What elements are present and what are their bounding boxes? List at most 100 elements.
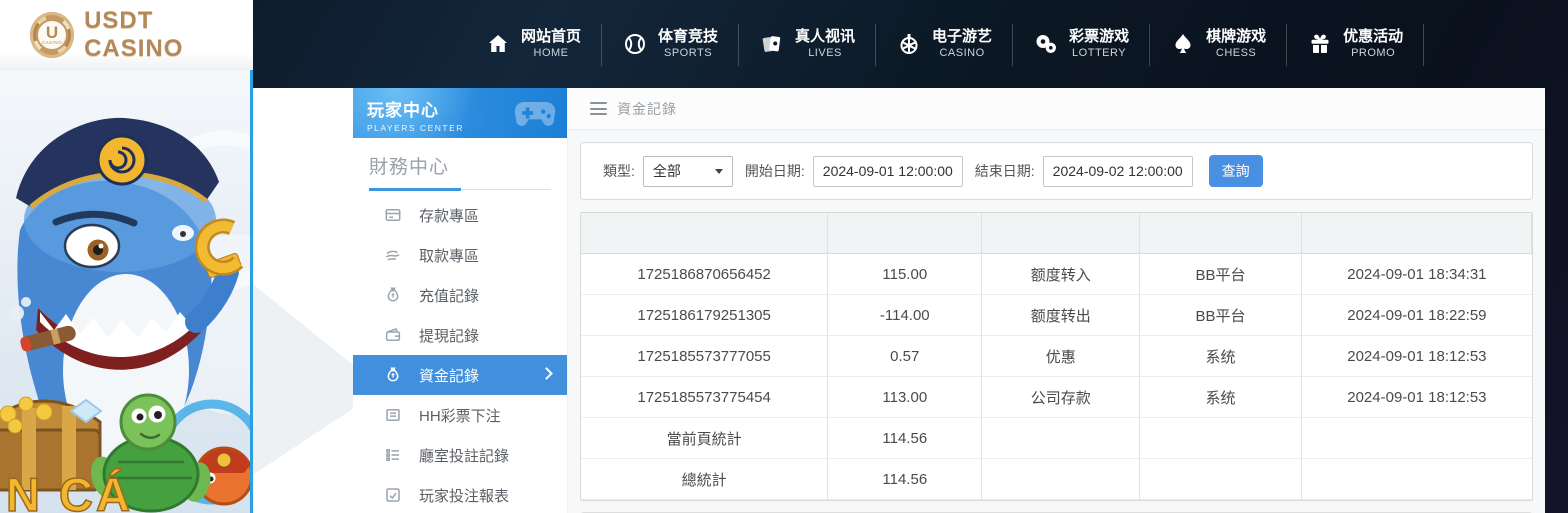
promo-image: N CÁ: [0, 70, 253, 513]
cell-item: [1140, 459, 1302, 499]
page-body: 玩家中心 PLAYERS CENTER 財務中心 存款專區 取款專區 充值記錄 …: [253, 88, 1545, 513]
finance-section: 財務中心: [353, 138, 567, 191]
funds-icon: [384, 366, 402, 384]
nav-item-casino[interactable]: 电子游艺 CASINO: [876, 20, 1014, 68]
search-button[interactable]: 查詢: [1208, 155, 1263, 187]
funds-table: 1725186870656452 115.00 额度转入 BB平台 2024-0…: [580, 212, 1533, 501]
nav-item-lives[interactable]: 真人视讯 LIVES: [739, 20, 877, 68]
sidebar-item-recharge-record[interactable]: 充值記錄: [353, 275, 567, 315]
menu-toggle-icon[interactable]: [590, 102, 607, 115]
cell-order-no: 總統計: [581, 459, 829, 499]
sidebar-item-label: 提現記錄: [419, 327, 480, 345]
table-row: 1725185573775454 113.00 公司存款 系统 2024-09-…: [581, 377, 1532, 418]
sidebar-item-label: 玩家投注報表: [419, 487, 510, 505]
table-body: 1725186870656452 115.00 额度转入 BB平台 2024-0…: [581, 254, 1532, 500]
nav-label-en: CHESS: [1215, 46, 1257, 59]
cell-item: 系统: [1140, 377, 1302, 417]
sidebar-item-withdraw-zone[interactable]: 取款專區: [353, 235, 567, 275]
moneybag-icon: [384, 286, 402, 304]
cell-type: 公司存款: [982, 377, 1141, 417]
logo[interactable]: U CASINO USDT CASINO: [0, 0, 253, 70]
players-center-header: 玩家中心 PLAYERS CENTER: [353, 88, 567, 138]
nav-label-zh: 体育竞技: [658, 27, 719, 45]
cell-type: 优惠: [982, 336, 1141, 376]
table-header-cell: [1140, 213, 1302, 253]
table-header-cell: [828, 213, 983, 253]
table-row: 總統計 114.56: [581, 459, 1532, 500]
roulette-icon: [897, 32, 921, 56]
table-header: [581, 213, 1532, 254]
cell-type: 额度转出: [982, 295, 1141, 335]
table-row: 1725185573777055 0.57 优惠 系统 2024-09-01 1…: [581, 336, 1532, 377]
nav-label-en: HOME: [533, 46, 569, 59]
table-header-cell: [581, 213, 829, 253]
chip-caption: CASINO: [41, 40, 63, 46]
nav-item-home[interactable]: 网站首页 HOME: [465, 20, 603, 68]
nav-label-en: LOTTERY: [1072, 46, 1127, 59]
page-title: 資金記錄: [617, 100, 677, 117]
cell-amount: 114.56: [828, 459, 983, 499]
cell-time: 2024-09-01 18:12:53: [1347, 347, 1487, 365]
cell-amount: 113.00: [828, 377, 983, 417]
type-label: 類型:: [603, 163, 635, 179]
nav-label-zh: 彩票游戏: [1069, 27, 1130, 45]
type-select[interactable]: 全部: [642, 155, 733, 187]
cell-amount: -114.00: [828, 295, 983, 335]
filter-bar: 類型: 全部 開始日期: 結束日期: 查詢: [580, 142, 1533, 200]
cell-item: BB平台: [1140, 254, 1302, 294]
table-row: 當前頁統計 114.56: [581, 418, 1532, 459]
breadcrumb: 資金記錄: [568, 88, 1545, 130]
sidebar-item-label: 資金記錄: [419, 367, 480, 385]
nav-item-lottery[interactable]: 彩票游戏 LOTTERY: [1013, 20, 1151, 68]
start-date-label: 開始日期:: [744, 163, 805, 179]
brand-title: USDT CASINO: [84, 7, 184, 62]
sidebar-item-label: 廳室投註記錄: [419, 447, 510, 465]
nav-item-promo[interactable]: 优惠活动 PROMO: [1287, 20, 1425, 68]
chevron-right-icon: [540, 367, 553, 380]
sidebar-item-deposit-zone[interactable]: 存款專區: [353, 195, 567, 235]
chevron-down-icon: [714, 168, 723, 174]
sidebar: 玩家中心 PLAYERS CENTER 財務中心 存款專區 取款專區 充值記錄 …: [353, 88, 568, 513]
table-row: 1725186179251305 -114.00 额度转出 BB平台 2024-…: [581, 295, 1532, 336]
spade-icon: [1171, 32, 1195, 56]
end-date-input[interactable]: [1042, 155, 1193, 187]
cards-icon: [760, 32, 784, 56]
nav-item-chess[interactable]: 棋牌游戏 CHESS: [1150, 20, 1288, 68]
sidebar-item-funds-record[interactable]: 資金記錄: [353, 355, 567, 395]
cell-amount: 0.57: [828, 336, 983, 376]
cell-amount: 115.00: [828, 254, 983, 294]
cell-time: [1302, 418, 1532, 458]
nav-item-sports[interactable]: 体育竞技 SPORTS: [602, 20, 740, 68]
cell-order-no: 1725185573777055: [581, 336, 829, 376]
gift-icon: [1308, 32, 1332, 56]
gamepad-icon: [513, 94, 557, 132]
document-icon: [384, 406, 402, 424]
chip-letter: U: [45, 23, 59, 43]
hand-money-icon: [384, 246, 402, 264]
fishing-game-artwork: N CÁ: [0, 70, 250, 513]
sidebar-item-withdraw-record[interactable]: 提現記錄: [353, 315, 567, 355]
table-header-cell: [1302, 213, 1532, 253]
cell-order-no: 當前頁統計: [581, 418, 829, 458]
cell-order-no: 1725185573775454: [581, 377, 829, 417]
nav-label-en: CASINO: [939, 46, 985, 59]
nav-label-en: PROMO: [1351, 46, 1396, 59]
cell-time: [1302, 459, 1532, 499]
type-select-value: 全部: [652, 163, 681, 179]
report-icon: [384, 486, 402, 504]
bank-card-icon: [384, 206, 402, 224]
cell-type: [982, 418, 1141, 458]
start-date-input[interactable]: [812, 155, 963, 187]
cell-item: 系统: [1140, 336, 1302, 376]
sidebar-menu: 存款專區 取款專區 充值記錄 提現記錄 資金記錄 HH彩票下注 廳室投註記錄 玩…: [353, 195, 567, 513]
promo-caption: N CÁ: [6, 468, 133, 513]
sidebar-item-label: 取款專區: [419, 247, 480, 265]
cell-item: [1140, 418, 1302, 458]
sidebar-item-player-bet-report[interactable]: 玩家投注報表: [353, 475, 567, 513]
sidebar-item-room-bet-record[interactable]: 廳室投註記錄: [353, 435, 567, 475]
cell-type: [982, 459, 1141, 499]
table-row: 1725186870656452 115.00 额度转入 BB平台 2024-0…: [581, 254, 1532, 295]
sidebar-item-hh-lottery-bets[interactable]: HH彩票下注: [353, 395, 567, 435]
sidebar-item-label: 存款專區: [419, 207, 480, 225]
home-icon: [486, 32, 510, 56]
